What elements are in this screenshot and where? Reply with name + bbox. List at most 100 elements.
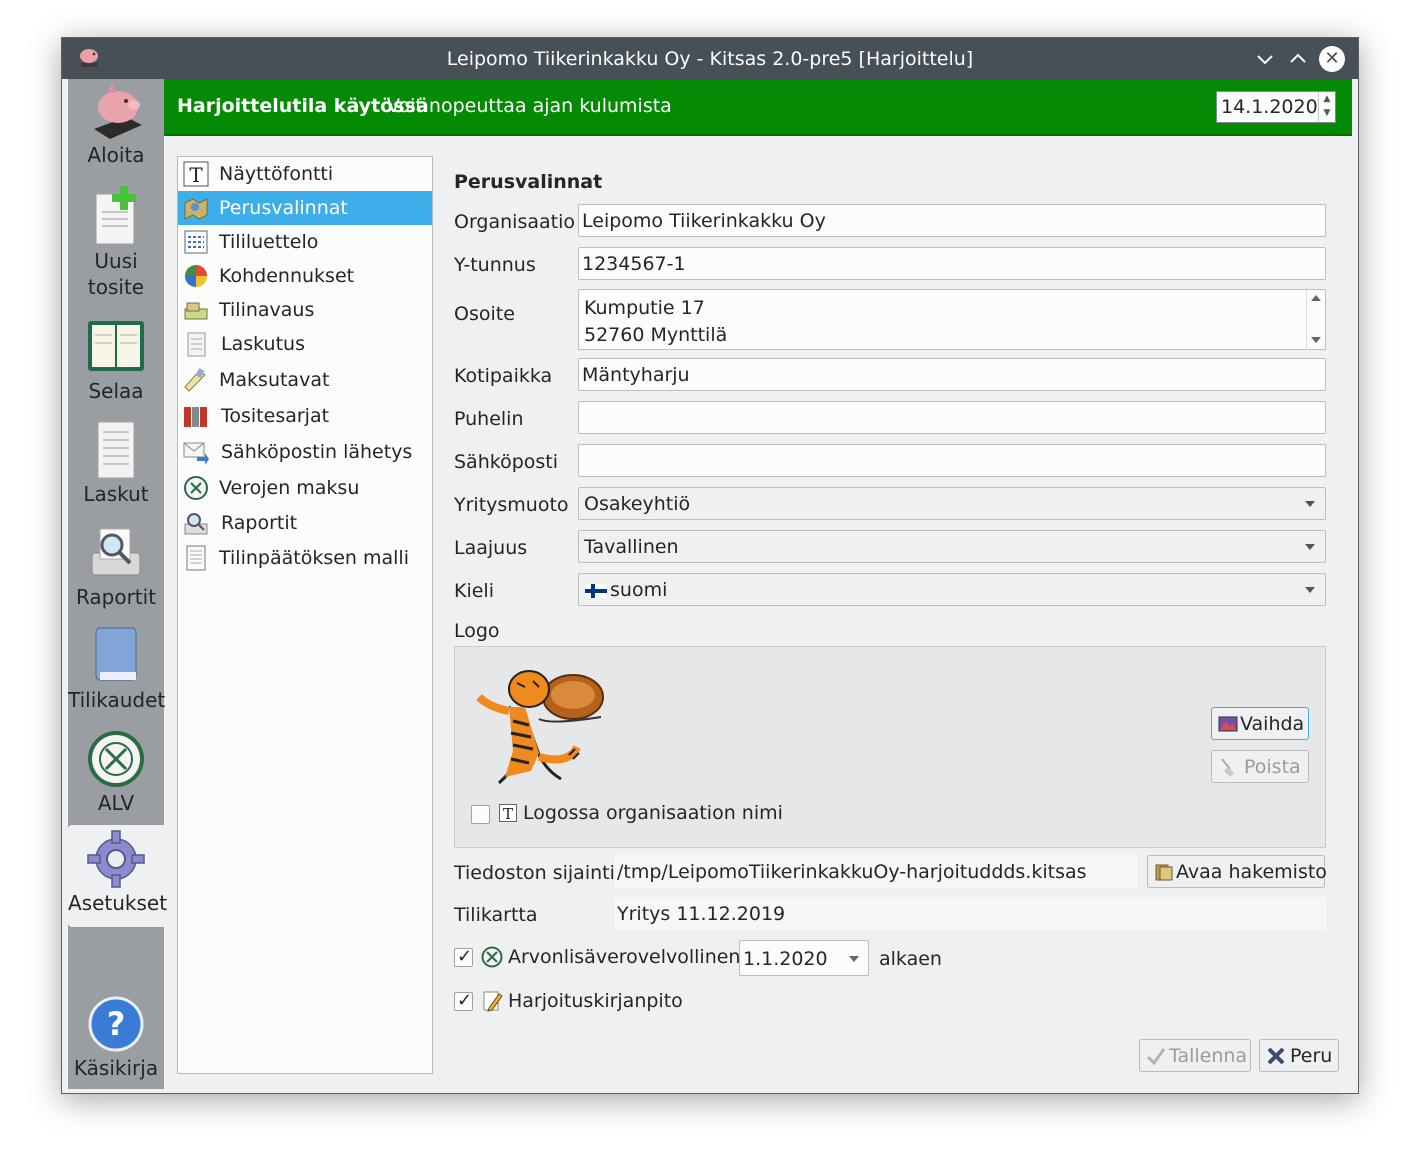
chevron-down-icon [1305,544,1315,550]
spin-arrows-icon[interactable]: ▲ ▼ [1318,92,1335,122]
tiedosto-label: Tiedoston sijainti [454,862,615,884]
piggy-bank-icon [94,83,142,139]
practice-mode-banner: Harjoittelutila käytössä Voit nopeuttaa … [164,79,1352,136]
invoice-icon [187,332,206,357]
category-item[interactable]: Sähköpostin lähetys [178,435,432,469]
tax-seal-icon [88,731,144,787]
sidebar-label: Raportit [75,585,157,609]
yritysmuoto-select[interactable]: Osakeyhtiö [578,487,1326,520]
sidebar-item-selaa[interactable]: Selaa [68,317,164,417]
font-icon: T [499,804,517,822]
report-magnifier-icon [91,528,141,576]
sidebar-item-tilikaudet[interactable]: Tilikaudet [68,626,166,726]
alv-date-input[interactable]: 1.1.2020 [739,940,869,976]
kotipaikka-input[interactable]: Mäntyharju [578,358,1326,391]
sidebar-item-aloita[interactable]: Aloita [68,81,164,181]
category-item[interactable]: Laskutus [178,327,432,361]
alv-checkbox[interactable]: ✓ [454,946,473,967]
avaa-hakemisto-button[interactable]: Avaa hakemisto [1147,855,1327,888]
svg-text:?: ? [107,1005,126,1043]
sidebar-item-uusi-tosite[interactable]: Uusi tosite [68,186,164,306]
maximize-icon[interactable] [1285,46,1311,72]
harjoitus-checkbox-label: Harjoituskirjanpito [508,990,683,1012]
poista-button[interactable]: Poista [1211,750,1309,783]
tax-seal-icon [184,476,208,500]
sidebar-item-raportit[interactable]: Raportit [68,523,164,623]
sidebar-item-kasikirja[interactable]: ? Käsikirja [68,994,164,1089]
harjoitus-checkbox[interactable]: ✓ [454,990,473,1011]
title-bar: Leipomo Tiikerinkakku Oy - Kitsas 2.0-pr… [62,38,1358,79]
sidebar-label: Tilikaudet [68,688,166,712]
puhelin-label: Puhelin [454,408,524,430]
sidebar-label: Selaa [88,379,144,403]
ledger-book-icon [88,321,144,371]
close-icon[interactable]: ✕ [1319,46,1345,72]
kieli-label: Kieli [454,580,494,602]
settings-category-list: T Näyttöfontti Perusvalinnat Tililuettel… [177,156,433,1074]
category-item[interactable]: Tilinavaus [178,293,432,327]
cancel-x-icon [1267,1047,1285,1065]
laajuus-select[interactable]: Tavallinen [578,530,1326,563]
vaihda-button[interactable]: Vaihda [1211,707,1309,740]
kieli-select[interactable]: suomi [578,573,1326,606]
document-icon [186,545,206,571]
minimize-icon[interactable] [1252,46,1278,72]
checkmark-icon: ✓ [457,990,473,1011]
osoite-label: Osoite [454,303,515,325]
svg-text:T: T [189,163,203,187]
checkmark-icon [1146,1048,1166,1066]
category-item[interactable]: Tilinpäätöksen malli [178,541,432,575]
category-item[interactable]: Maksutavat [178,363,432,397]
laajuus-label: Laajuus [454,537,528,559]
logo-name-checkbox-label: Logossa organisaation nimi [523,802,783,824]
svg-text:T: T [503,805,513,822]
organisaatio-label: Organisaatio [454,211,575,233]
tilikartta-label: Tilikartta [454,904,538,926]
category-item[interactable]: Kohdennukset [178,259,432,293]
peru-button[interactable]: Peru [1259,1039,1339,1072]
gear-icon [87,830,145,888]
category-item[interactable]: Verojen maksu [178,471,432,505]
sidebar-label: Laskut [83,482,149,506]
pie-chart-icon [185,265,207,287]
category-item[interactable]: Raportit [178,506,432,540]
category-item[interactable]: Tositesarjat [178,399,432,433]
app-window: Leipomo Tiikerinkakku Oy - Kitsas 2.0-pr… [61,37,1359,1094]
main-sidebar: Aloita Uusi tosite Selaa Laskut Raportit… [68,79,167,1089]
tallenna-button[interactable]: Tallenna [1139,1039,1251,1072]
organisaatio-input[interactable]: Leipomo Tiikerinkakku Oy [578,204,1326,237]
logo-label: Logo [454,620,500,642]
alkaen-label: alkaen [879,948,942,970]
sahkoposti-input[interactable] [578,444,1326,477]
tilikartta-value: Yritys 11.12.2019 [614,897,1326,930]
category-item[interactable]: Tililuettelo [178,225,432,259]
sahkoposti-label: Sähköposti [454,451,559,473]
banner-date-spinbox[interactable]: 14.1.2020 ▲ ▼ [1216,91,1336,123]
ytunnus-input[interactable]: 1234567-1 [578,247,1326,280]
sidebar-item-asetukset[interactable]: Asetukset [68,825,167,927]
sidebar-label: Aloita [87,143,145,167]
sidebar-label: ALV [97,791,135,815]
window-title: Leipomo Tiikerinkakku Oy - Kitsas 2.0-pr… [446,48,974,70]
sidebar-item-laskut[interactable]: Laskut [68,420,164,520]
logo-panel: Vaihda Poista T Logossa organisaation ni… [454,646,1326,848]
category-item-selected[interactable]: Perusvalinnat [178,191,432,225]
tax-seal-icon [481,946,503,968]
help-icon: ? [88,996,144,1052]
tiedosto-path: /tmp/LeipomoTiikerinkakkuOy-harjoituddds… [614,855,1138,888]
sidebar-label: Käsikirja [73,1056,159,1080]
sidebar-item-alv[interactable]: ALV [68,729,164,829]
category-item[interactable]: T Näyttöfontti [178,157,432,191]
calendar-dropdown-icon[interactable] [840,941,868,975]
osoite-textarea[interactable]: Kumputie 17 52760 Mynttilä [578,289,1326,350]
pencil-icon [483,991,503,1012]
section-title: Perusvalinnat [454,171,603,193]
broom-icon [1221,758,1234,777]
font-icon: T [183,161,209,187]
kotipaikka-label: Kotipaikka [454,365,553,387]
logo-name-checkbox[interactable] [471,805,490,824]
yritysmuoto-label: Yritysmuoto [454,494,569,516]
email-send-icon [183,442,209,465]
textarea-scrollbar[interactable] [1306,290,1325,349]
puhelin-input[interactable] [578,401,1326,434]
